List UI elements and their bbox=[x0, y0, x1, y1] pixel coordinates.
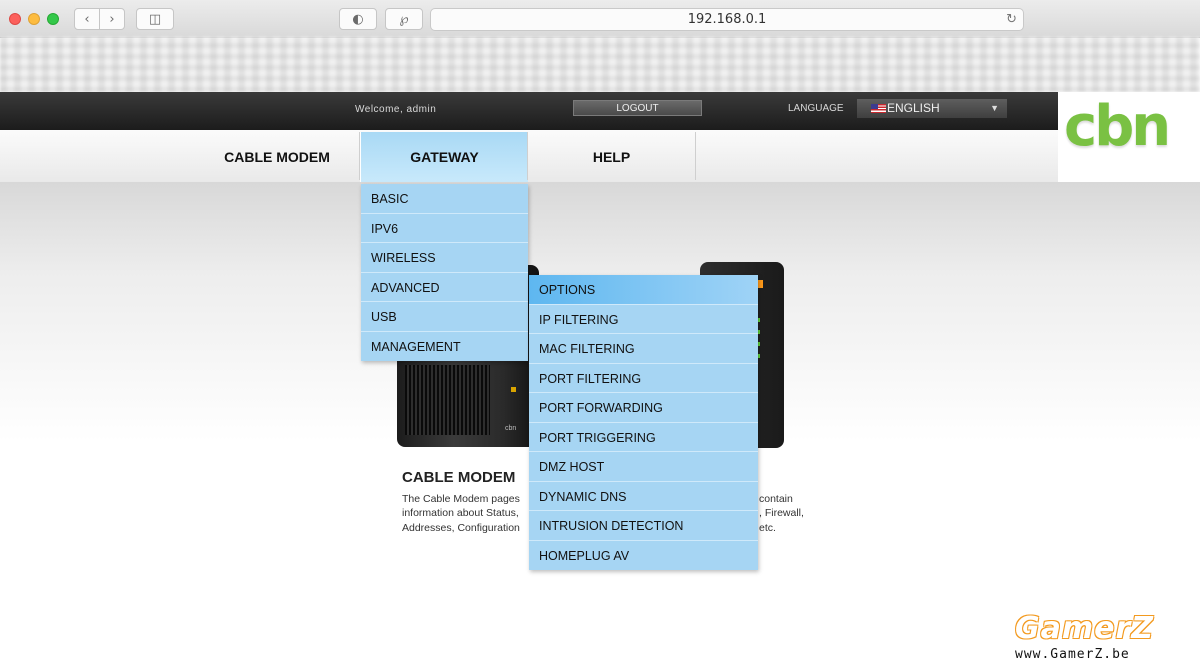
forward-button[interactable]: › bbox=[99, 8, 125, 30]
menu-item-usb[interactable]: USB bbox=[361, 302, 528, 332]
section-description: The Cable Modem pages information about … bbox=[402, 492, 528, 535]
privacy-button[interactable]: ◐ bbox=[339, 8, 377, 30]
us-flag-icon bbox=[871, 104, 886, 113]
extension-button[interactable]: ℘ bbox=[385, 8, 423, 30]
nav-cable-modem[interactable]: CABLE MODEM bbox=[195, 132, 359, 182]
chevron-right-icon: › bbox=[109, 11, 115, 27]
modem-brand-label: cbn bbox=[505, 425, 517, 432]
nav-gateway[interactable]: GATEWAY bbox=[360, 132, 528, 182]
submenu-item-port-forwarding[interactable]: PORT FORWARDING bbox=[529, 393, 758, 423]
maximize-window-button[interactable] bbox=[47, 13, 59, 25]
toggle-icon: ◐ bbox=[352, 11, 364, 27]
submenu-item-homeplug-av[interactable]: HOMEPLUG AV bbox=[529, 541, 758, 571]
reload-icon[interactable]: ↻ bbox=[1006, 9, 1017, 30]
modem-led bbox=[758, 280, 763, 288]
logo-text: cbn bbox=[1064, 94, 1171, 159]
advanced-submenu: OPTIONS IP FILTERING MAC FILTERING PORT … bbox=[529, 275, 758, 570]
logout-button[interactable]: LOGOUT bbox=[573, 100, 702, 116]
browser-toolbar: ‹ › ◫ ◐ ℘ 192.168.0.1 ↻ bbox=[0, 0, 1200, 38]
minimize-window-button[interactable] bbox=[28, 13, 40, 25]
submenu-item-port-triggering[interactable]: PORT TRIGGERING bbox=[529, 423, 758, 452]
watermark-logo: GamerZ bbox=[1015, 611, 1155, 646]
gateway-dropdown: BASIC IPV6 WIRELESS ADVANCED USB MANAGEM… bbox=[361, 184, 528, 361]
menu-item-management[interactable]: MANAGEMENT bbox=[361, 332, 528, 362]
close-window-button[interactable] bbox=[9, 13, 21, 25]
submenu-item-dynamic-dns[interactable]: DYNAMIC DNS bbox=[529, 482, 758, 511]
description-line: information about Status, bbox=[402, 507, 519, 520]
blurred-region bbox=[0, 37, 1200, 92]
section-title: CABLE MODEM bbox=[402, 469, 516, 486]
cbn-logo: cbn bbox=[1058, 92, 1200, 182]
description-line: The Cable Modem pages bbox=[402, 493, 520, 505]
section-description-right: contain , Firewall, etc. bbox=[759, 492, 819, 535]
extension-icon: ℘ bbox=[399, 11, 409, 27]
watermark-url: www.GamerZ.be bbox=[1015, 647, 1130, 662]
menu-item-wireless[interactable]: WIRELESS bbox=[361, 243, 528, 273]
submenu-item-options[interactable]: OPTIONS bbox=[529, 275, 758, 305]
menu-item-ipv6[interactable]: IPV6 bbox=[361, 214, 528, 243]
submenu-item-dmz-host[interactable]: DMZ HOST bbox=[529, 452, 758, 482]
description-line: etc. bbox=[759, 521, 776, 534]
description-line: Addresses, Configuration bbox=[402, 521, 520, 534]
language-select[interactable]: ENGLISH ▼ bbox=[857, 99, 1007, 118]
modem-grill bbox=[405, 365, 490, 435]
menu-item-basic[interactable]: BASIC bbox=[361, 184, 528, 214]
chevron-left-icon: ‹ bbox=[84, 11, 90, 27]
language-label: LANGUAGE bbox=[788, 103, 844, 114]
submenu-item-port-filtering[interactable]: PORT FILTERING bbox=[529, 364, 758, 393]
back-button[interactable]: ‹ bbox=[74, 8, 100, 30]
url-text: 192.168.0.1 bbox=[687, 12, 767, 27]
nav-help[interactable]: HELP bbox=[528, 132, 695, 182]
chevron-down-icon: ▼ bbox=[990, 103, 999, 113]
sidebar-button[interactable]: ◫ bbox=[136, 8, 174, 30]
language-value: ENGLISH bbox=[887, 101, 940, 115]
description-line: , Firewall, bbox=[759, 507, 804, 520]
menu-item-advanced[interactable]: ADVANCED bbox=[361, 273, 528, 302]
description-line: contain bbox=[759, 493, 793, 505]
nav-divider bbox=[695, 132, 696, 180]
submenu-item-mac-filtering[interactable]: MAC FILTERING bbox=[529, 334, 758, 364]
submenu-item-ip-filtering[interactable]: IP FILTERING bbox=[529, 305, 758, 334]
modem-led bbox=[511, 387, 516, 392]
sidebar-icon: ◫ bbox=[148, 11, 162, 27]
welcome-text: Welcome, admin bbox=[355, 104, 437, 115]
submenu-item-intrusion-detection[interactable]: INTRUSION DETECTION bbox=[529, 511, 758, 541]
address-bar[interactable]: 192.168.0.1 ↻ bbox=[430, 8, 1024, 31]
